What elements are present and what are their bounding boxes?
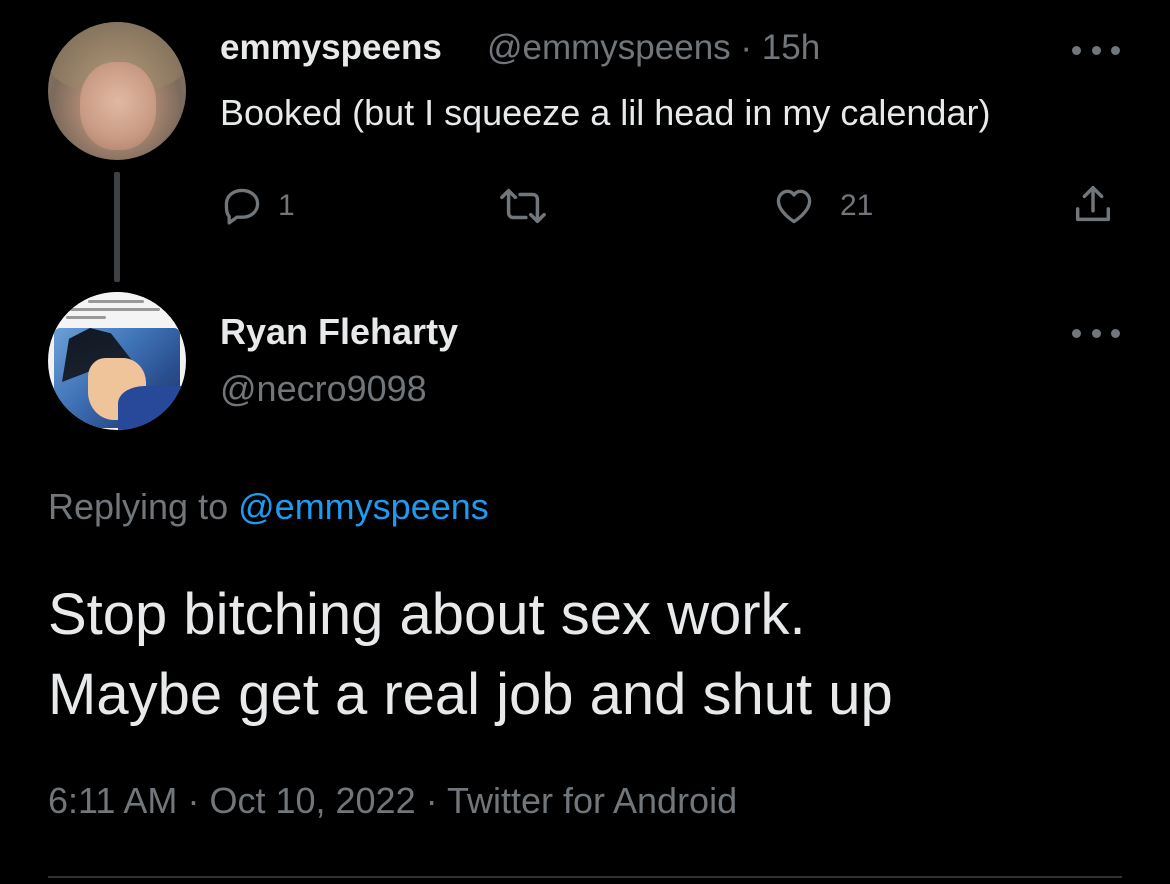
main-handle[interactable]: @necro9098	[220, 368, 427, 410]
like-count: 21	[840, 189, 874, 222]
avatar-face	[80, 62, 156, 150]
avatar-outfit	[118, 386, 184, 430]
parent-tweet-text: Booked (but I squeeze a lil head in my c…	[220, 92, 991, 133]
share-icon	[1075, 186, 1111, 222]
share-button[interactable]	[1070, 182, 1116, 228]
more-horizontal-icon[interactable]	[1072, 43, 1120, 57]
meta-separator: ·	[187, 780, 200, 821]
main-tweet-text: Stop bitching about sex work. Maybe get …	[48, 575, 1128, 735]
reply-bubble-icon	[224, 188, 260, 225]
parent-display-name[interactable]: emmyspeens	[220, 28, 442, 68]
retweet-button[interactable]	[498, 184, 548, 228]
heart-icon	[776, 189, 812, 224]
reply-count: 1	[278, 189, 295, 222]
main-display-name[interactable]: Ryan Fleharty	[220, 311, 458, 353]
meta-separator: ·	[740, 28, 753, 67]
replying-to-mention[interactable]: @emmyspeens	[238, 486, 489, 527]
tweet-text-line: Stop bitching about sex work.	[48, 582, 806, 647]
parent-handle[interactable]: @emmyspeens	[487, 28, 731, 67]
tweet-text-line: Maybe get a real job and shut up	[48, 662, 893, 727]
meta-separator: ·	[425, 780, 438, 821]
more-horizontal-icon[interactable]	[1072, 326, 1120, 340]
like-button[interactable]: 21	[772, 184, 873, 228]
parent-meta: @emmyspeens · 15h	[487, 28, 820, 68]
parent-avatar[interactable]	[48, 22, 186, 160]
parent-age[interactable]: 15h	[762, 28, 820, 67]
retweet-icon	[500, 188, 546, 224]
main-avatar[interactable]	[48, 292, 186, 430]
tweet-time[interactable]: 6:11 AM	[48, 780, 177, 821]
tweet-date[interactable]: Oct 10, 2022	[209, 780, 415, 821]
replying-to-line: Replying to @emmyspeens	[48, 486, 489, 528]
avatar-meme-caption	[48, 292, 186, 332]
thread-connector-line	[114, 172, 120, 282]
reply-button[interactable]: 1	[220, 184, 295, 228]
tweet-source[interactable]: Twitter for Android	[447, 780, 737, 821]
tweet-timestamp: 6:11 AM · Oct 10, 2022 · Twitter for And…	[48, 780, 737, 822]
divider	[48, 876, 1122, 878]
replying-prefix: Replying to	[48, 486, 229, 527]
